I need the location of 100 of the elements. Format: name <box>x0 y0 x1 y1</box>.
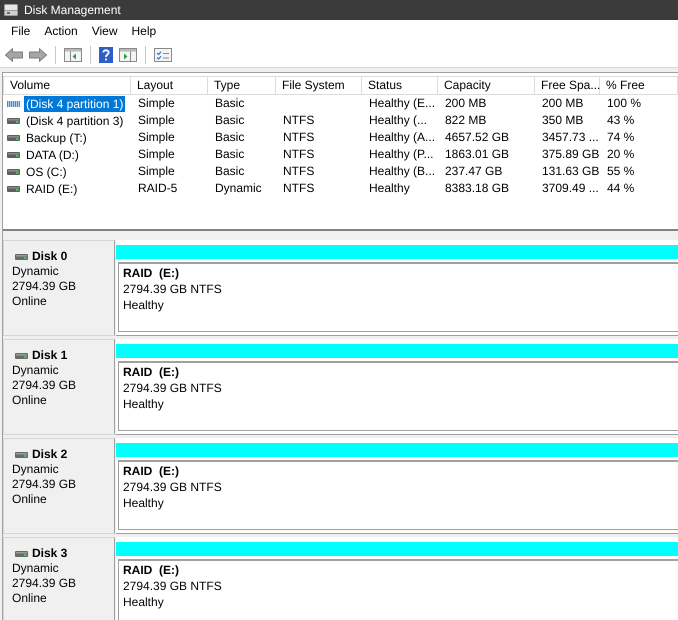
partition-status: Healthy <box>123 297 164 313</box>
table-cell: Basic <box>215 96 244 110</box>
disk-size: 2794.39 GB <box>12 477 78 492</box>
column-header[interactable]: Status <box>362 76 438 95</box>
partition-size: 2794.39 GB NTFS <box>123 281 222 297</box>
menu-item[interactable]: Help <box>124 22 164 40</box>
disk-type: Dynamic <box>12 462 60 477</box>
disk-name: Disk 1 <box>32 348 68 363</box>
volume-name[interactable]: OS (C:) <box>24 164 69 180</box>
column-header[interactable]: % Free <box>600 76 678 95</box>
table-cell: 55 % <box>607 164 634 178</box>
drive-icon <box>15 352 28 358</box>
table-cell: 237.47 GB <box>445 164 502 178</box>
table-cell: Simple <box>138 96 175 110</box>
menu-item[interactable]: File <box>4 22 38 40</box>
disk-size: 2794.39 GB <box>12 378 78 393</box>
volume-name[interactable]: DATA (D:) <box>24 146 81 162</box>
help-button[interactable] <box>97 44 115 64</box>
drive-icon <box>15 254 28 260</box>
column-header[interactable]: Volume <box>3 76 131 95</box>
table-cell: Healthy (A... <box>369 130 436 144</box>
table-cell: NTFS <box>283 113 314 127</box>
partition-size: 2794.39 GB NTFS <box>123 380 222 396</box>
disk-name: Disk 0 <box>32 249 68 264</box>
menu-item[interactable]: Action <box>37 22 85 40</box>
table-cell: Healthy <box>369 181 410 195</box>
table-cell: 43 % <box>607 113 634 127</box>
disk-name: Disk 2 <box>32 447 68 462</box>
partition-box[interactable]: RAID (E:) 2794.39 GB NTFS Healthy <box>118 559 678 620</box>
properties-button[interactable] <box>152 46 174 64</box>
table-cell: Healthy (E... <box>369 96 436 110</box>
partition-size: 2794.39 GB NTFS <box>123 578 222 594</box>
table-cell: 74 % <box>607 130 634 144</box>
drive-icon <box>15 452 28 458</box>
disk-name: Disk 3 <box>32 546 68 561</box>
right-arrow-icon <box>29 48 47 62</box>
table-cell: 1863.01 GB <box>445 147 510 161</box>
table-cell: 4657.52 GB <box>445 130 510 144</box>
table-cell: 20 % <box>607 147 634 161</box>
column-header[interactable]: File System <box>276 76 362 95</box>
table-cell: Healthy (P... <box>369 147 434 161</box>
partition-name: RAID (E:) <box>123 463 179 479</box>
volume-name[interactable]: (Disk 4 partition 1) <box>24 96 126 112</box>
disk-info-panel[interactable]: Disk 0 Dynamic 2794.39 GB Online <box>3 240 115 336</box>
partition-name: RAID (E:) <box>123 265 179 281</box>
column-header[interactable]: Type <box>208 76 276 95</box>
disk-info-panel[interactable]: Disk 3 Dynamic 2794.39 GB Online <box>3 537 115 620</box>
console-tree-button[interactable] <box>62 46 84 64</box>
table-cell: NTFS <box>283 147 314 161</box>
column-header[interactable]: Layout <box>131 76 208 95</box>
table-cell: 44 % <box>607 181 634 195</box>
partition-box[interactable]: RAID (E:) 2794.39 GB NTFS Healthy <box>118 460 678 530</box>
disk-status: Online <box>12 492 48 507</box>
column-header[interactable]: Free Spa... <box>535 76 600 95</box>
partition-name: RAID (E:) <box>123 364 179 380</box>
checklist-window-icon <box>154 48 172 62</box>
disk-info-panel[interactable]: Disk 2 Dynamic 2794.39 GB Online <box>3 438 115 534</box>
disk-size: 2794.39 GB <box>12 279 78 294</box>
table-cell: 8383.18 GB <box>445 181 510 195</box>
forward-button[interactable] <box>27 46 49 64</box>
table-cell: Dynamic <box>215 181 262 195</box>
table-cell: RAID-5 <box>138 181 178 195</box>
table-cell: 100 % <box>607 96 642 110</box>
disk-size: 2794.39 GB <box>12 576 78 591</box>
disk-type: Dynamic <box>12 363 60 378</box>
table-cell: 200 MB <box>542 96 584 110</box>
table-cell: Healthy (B... <box>369 164 436 178</box>
partition-status: Healthy <box>123 594 164 610</box>
table-cell: 3457.73 ... <box>542 130 599 144</box>
table-cell: 3709.49 ... <box>542 181 599 195</box>
volume-name[interactable]: Backup (T:) <box>24 130 89 146</box>
table-cell: Simple <box>138 164 175 178</box>
column-header[interactable]: Capacity <box>438 76 535 95</box>
drive-icon <box>15 550 28 556</box>
back-button[interactable] <box>3 46 25 64</box>
disk-drive-icon <box>4 4 18 16</box>
table-cell: NTFS <box>283 181 314 195</box>
help-icon <box>99 46 113 62</box>
partition-box[interactable]: RAID (E:) 2794.39 GB NTFS Healthy <box>118 262 678 332</box>
window-title: Disk Management <box>24 2 121 18</box>
disk-type: Dynamic <box>12 264 60 279</box>
table-cell: NTFS <box>283 130 314 144</box>
action-pane-button[interactable] <box>117 46 139 64</box>
partition-name: RAID (E:) <box>123 562 179 578</box>
table-cell: Basic <box>215 164 244 178</box>
disk-info-panel[interactable]: Disk 1 Dynamic 2794.39 GB Online <box>3 339 115 435</box>
table-cell: Basic <box>215 113 244 127</box>
table-cell: Simple <box>138 113 175 127</box>
table-cell: NTFS <box>283 164 314 178</box>
table-cell: Healthy (... <box>369 113 428 127</box>
disk-type: Dynamic <box>12 561 60 576</box>
table-cell: 375.89 GB <box>542 147 600 161</box>
partition-box[interactable]: RAID (E:) 2794.39 GB NTFS Healthy <box>118 361 678 431</box>
menu-item[interactable]: View <box>84 22 124 40</box>
table-cell: Simple <box>138 147 175 161</box>
volume-name[interactable]: (Disk 4 partition 3) <box>24 112 126 128</box>
volume-name[interactable]: RAID (E:) <box>24 180 80 196</box>
table-cell: Basic <box>215 147 244 161</box>
partition-status: Healthy <box>123 396 164 412</box>
disk-status: Online <box>12 294 48 309</box>
